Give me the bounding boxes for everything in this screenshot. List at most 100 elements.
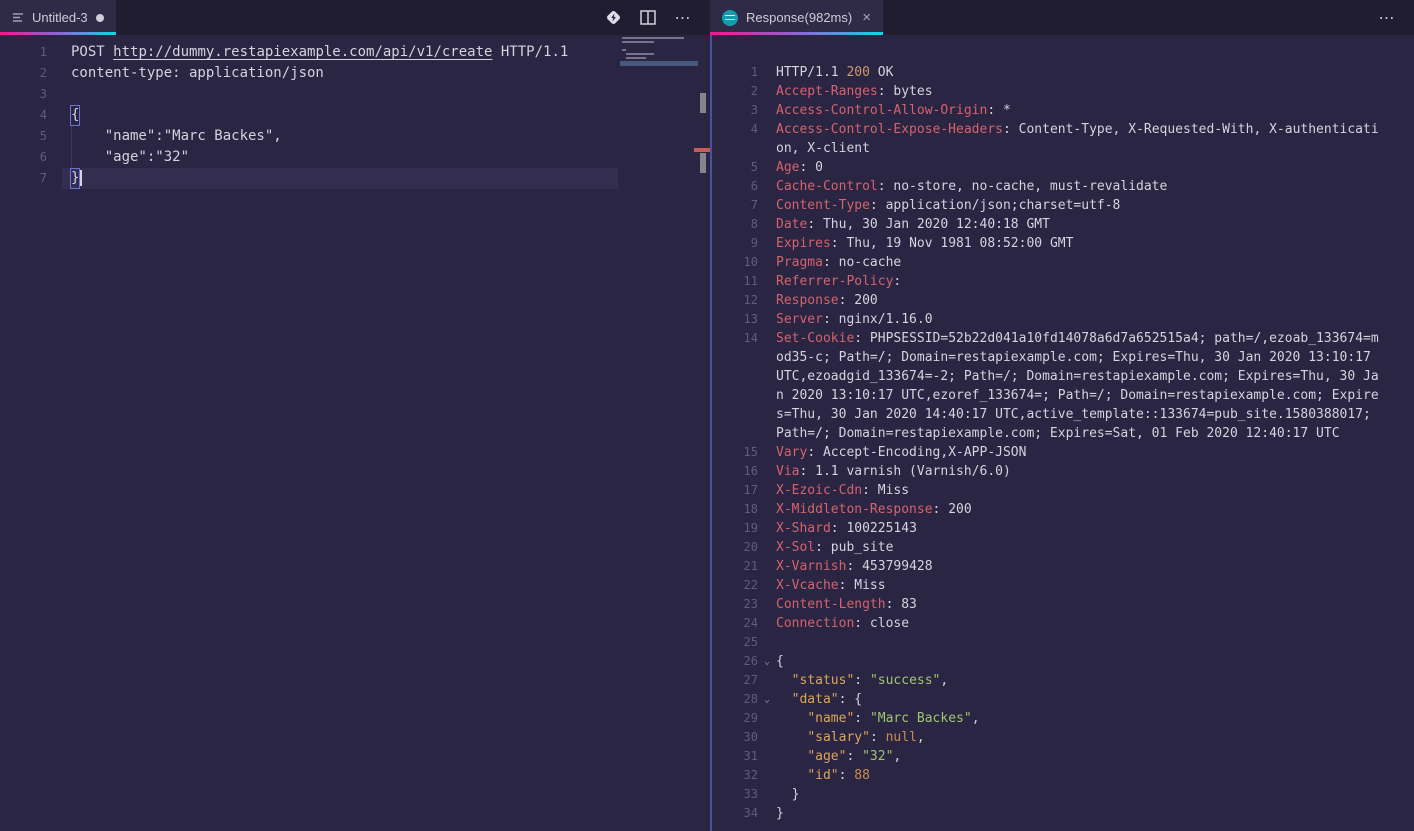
line-number: 4 [39,108,47,122]
line-number: 2 [750,84,758,98]
request-editor[interactable]: 1 POST http://dummy.restapiexample.com/ap… [0,35,710,831]
token: Pragma [776,255,823,270]
code-line[interactable]: 14 Set-Cookie: PHPSESSID=52b22d041a10fd14… [712,329,1414,443]
code-text: { [47,105,81,126]
send-request-icon[interactable] [603,8,623,28]
token: "data" [791,692,839,707]
code-line[interactable]: 23 Content-Length: 83 [712,595,1414,614]
more-actions-icon[interactable]: ⋯ [673,8,693,28]
code-line[interactable]: 22 X-Vcache: Miss [712,576,1414,595]
text-file-icon [12,11,25,24]
code-text: Cache-Control: no-store, no-cache, must-… [776,177,1386,196]
code-line[interactable]: 8 Date: Thu, 30 Jan 2020 12:40:18 GMT [712,215,1414,234]
code-line[interactable]: 12 Response: 200 [712,291,1414,310]
code-line[interactable]: 29 "name": "Marc Backes", [712,709,1414,728]
code-line[interactable]: 3 Access-Control-Allow-Origin: * [712,101,1414,120]
code-line[interactable]: 5 "name":"Marc Backes", [0,126,710,147]
code-line[interactable]: 7 Content-Type: application/json;charset=… [712,196,1414,215]
token: : { [838,692,863,707]
line-number: 9 [750,236,758,250]
code-line[interactable]: 1 HTTP/1.1 200 OK [712,63,1414,82]
line-number: 30 [743,730,758,744]
code-text: Set-Cookie: PHPSESSID=52b22d041a10fd1407… [776,329,1386,443]
code-text: Access-Control-Allow-Origin: * [776,101,1386,120]
code-line[interactable]: 20 X-Sol: pub_site [712,538,1414,557]
code-line[interactable]: 13 Server: nginx/1.16.0 [712,310,1414,329]
code-line[interactable]: 18 X-Middleton-Response: 200 [712,500,1414,519]
line-number: 23 [743,597,758,611]
token: : close [854,616,910,631]
code-line[interactable]: 2 Accept-Ranges: bytes [712,82,1414,101]
code-text: "data": { [776,690,1386,709]
text-cursor [80,170,82,186]
token: : * [987,103,1011,118]
more-actions-icon[interactable]: ⋯ [1377,8,1397,28]
code-line[interactable]: 16 Via: 1.1 varnish (Varnish/6.0) [712,462,1414,481]
code-text: X-Vcache: Miss [776,576,1386,595]
token: , [893,749,902,764]
code-text: } [776,785,1386,804]
fold-chevron-icon[interactable]: ⌄ [758,690,776,709]
code-line[interactable]: 33 } [712,785,1414,804]
code-text: Pragma: no-cache [776,253,1386,272]
token: : 0 [799,160,823,175]
code-line[interactable]: 11 Referrer-Policy: [712,272,1414,291]
line-number: 7 [39,171,47,185]
split-editor-icon[interactable] [638,8,658,28]
close-icon[interactable]: × [862,10,871,25]
code-line[interactable]: 15 Vary: Accept-Encoding,X-APP-JSON [712,443,1414,462]
line-number: 6 [750,179,758,193]
fold-chevron-icon[interactable]: ⌄ [758,652,776,671]
line-number: 34 [743,806,758,820]
code-line[interactable]: 3 [0,84,710,105]
token: Referrer-Policy [776,274,894,289]
code-text: Content-Type: application/json;charset=u… [776,196,1386,215]
token: HTTP/1.1 [776,65,847,80]
code-line[interactable]: 1 POST http://dummy.restapiexample.com/ap… [0,42,710,63]
line-number: 4 [750,122,758,136]
code-line[interactable]: 6 "age":"32" [0,147,710,168]
code-line[interactable]: 30 "salary": null, [712,728,1414,747]
token: : PHPSESSID=52b22d041a10fd14078a6d7a6525… [776,331,1379,441]
code-line[interactable]: 4 Access-Control-Expose-Headers: Content-… [712,120,1414,158]
code-line[interactable]: 31 "age": "32", [712,747,1414,766]
tab-untitled-3[interactable]: Untitled-3 [0,0,116,35]
tab-response[interactable]: Response(982ms) × [710,0,883,35]
code-line[interactable]: 9 Expires: Thu, 19 Nov 1981 08:52:00 GMT [712,234,1414,253]
token: X-Middleton-Response [776,502,933,517]
code-line[interactable]: 2 content-type: application/json [0,63,710,84]
code-line[interactable]: 28 ⌄ "data": { [712,690,1414,709]
response-editor[interactable]: 1 HTTP/1.1 200 OK 2 Accept-Ranges: bytes 3 Ac… [710,35,1414,831]
tab-bar-left: Untitled-3 ⋯ [0,0,710,35]
token: , [971,711,980,726]
code-line[interactable]: 4{ [0,105,710,126]
code-line[interactable]: 10 Pragma: no-cache [712,253,1414,272]
code-line[interactable]: 21 X-Varnish: 453799428 [712,557,1414,576]
code-line[interactable]: 5 Age: 0 [712,158,1414,177]
code-line[interactable]: 6 Cache-Control: no-store, no-cache, must… [712,177,1414,196]
token: Access-Control-Expose-Headers [776,122,1003,137]
token: : no-store, no-cache, must-revalidate [877,179,1168,194]
code-text: Referrer-Policy: [776,272,1386,291]
token: } [69,168,81,189]
code-line[interactable]: 7} [0,168,710,189]
code-line[interactable]: 32 "id": 88 [712,766,1414,785]
code-line[interactable]: 19 X-Shard: 100225143 [712,519,1414,538]
code-line[interactable]: 24 Connection: close [712,614,1414,633]
line-number: 3 [750,103,758,117]
code-line[interactable]: 34} [712,804,1414,823]
line-number: 21 [743,559,758,573]
token: : nginx/1.16.0 [822,312,933,327]
code-line[interactable]: 17 X-Ezoic-Cdn: Miss [712,481,1414,500]
code-text: "age": "32", [776,747,1386,766]
code-line[interactable]: 26 ⌄{ [712,652,1414,671]
token: { [69,105,81,126]
code-line[interactable]: 27 "status": "success", [712,671,1414,690]
code-line[interactable]: 25 [712,633,1414,652]
code-text: "status": "success", [776,671,1386,690]
editor-group-response: Response(982ms) × ⋯ 1 HTTP/1.1 200 OK 2 Acc… [710,0,1414,831]
token: "age" [807,749,847,764]
token: X-Shard [776,521,831,536]
